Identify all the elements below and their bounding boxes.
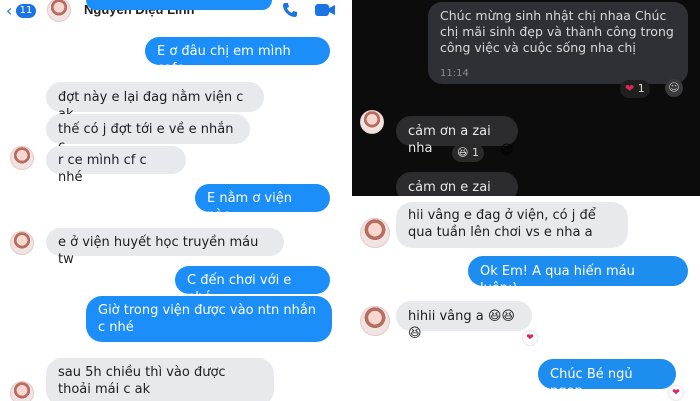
- message-bubble-in[interactable]: đợt này e lại đag nằm viện c ak: [46, 82, 264, 122]
- reaction-count: 1: [637, 82, 645, 95]
- reply-bubble[interactable]: cảm ơn a zai nha: [396, 116, 518, 156]
- sender-avatar: [10, 146, 34, 170]
- message-bubble-out[interactable]: Giờ trong viện được vào ntn nhắn c nhé: [86, 296, 332, 342]
- sender-avatar: [360, 110, 384, 134]
- sender-avatar: [360, 306, 390, 336]
- back-button[interactable]: ‹ 11: [6, 2, 40, 20]
- reaction-count: 1: [471, 146, 479, 159]
- message-bubble-in[interactable]: r ce mình cf c nhé: [46, 146, 186, 185]
- message-time: 11:14: [440, 68, 469, 79]
- birthday-message-text: Chúc mừng sinh nhật chị nhaa Chúc chị mã…: [440, 8, 674, 55]
- left-chat-panel: ‹ 11 Nguyễn Diệu Linh E ơ đâu chị em mìn…: [0, 0, 352, 401]
- heart-reaction-icon[interactable]: ❤: [523, 331, 537, 345]
- add-reaction-icon[interactable]: ☺: [665, 79, 683, 97]
- heart-icon: ❤: [625, 82, 635, 95]
- light-chat-panel: hii vâng e đag ở viện, có j để qua tuần …: [352, 196, 700, 401]
- dark-chat-panel: Chúc mừng sinh nhật chị nhaa Chúc chị mã…: [352, 0, 700, 196]
- message-bubble-in[interactable]: hihii vâng a 😆😆😆: [396, 301, 532, 341]
- message-bubble-in[interactable]: hii vâng e đag ở viện, có j để qua tuần …: [396, 202, 628, 248]
- message-bubble-out[interactable]: E nằm ơ viện nào: [195, 184, 330, 223]
- reaction-badge[interactable]: 😆 1: [452, 144, 484, 162]
- video-icon[interactable]: [314, 2, 336, 22]
- message-bubble-out[interactable]: Ok Em! A qua hiến máu luôn:): [468, 256, 688, 296]
- message-bubble-out[interactable]: E ơ đâu chị em mình cafe: [145, 37, 330, 76]
- back-arrow-icon: ‹: [6, 1, 13, 20]
- message-bubble-in[interactable]: e ở viện huyết học truyền máu tw: [46, 228, 284, 267]
- laugh-emoji-icon: 😆: [457, 146, 469, 159]
- message-bubble-out[interactable]: C đến chơi với e nhé: [175, 266, 330, 305]
- reaction-badge[interactable]: ❤ 1: [620, 80, 650, 98]
- laugh-emoji-icon[interactable]: 😆: [500, 143, 514, 158]
- unread-count-badge: 11: [16, 4, 36, 18]
- message-bubble-in[interactable]: sau 5h chiều thì vào được thoải mái c ak: [46, 358, 274, 401]
- reply-bubble[interactable]: cảm ơn e zai nha: [396, 172, 518, 196]
- message-bubble-out[interactable]: Chúc Bé ngủ ngon: [538, 359, 676, 399]
- heart-reaction-icon[interactable]: ❤: [669, 386, 683, 400]
- phone-icon[interactable]: [282, 2, 298, 22]
- message-bubble-in[interactable]: thế có j đợt tới e về e nhắn c: [46, 114, 250, 154]
- sender-avatar: [360, 218, 390, 248]
- sender-avatar: [10, 381, 34, 401]
- message-bubble-out-partial[interactable]: [86, 0, 272, 10]
- sender-avatar: [10, 231, 34, 255]
- contact-avatar[interactable]: [47, 0, 71, 22]
